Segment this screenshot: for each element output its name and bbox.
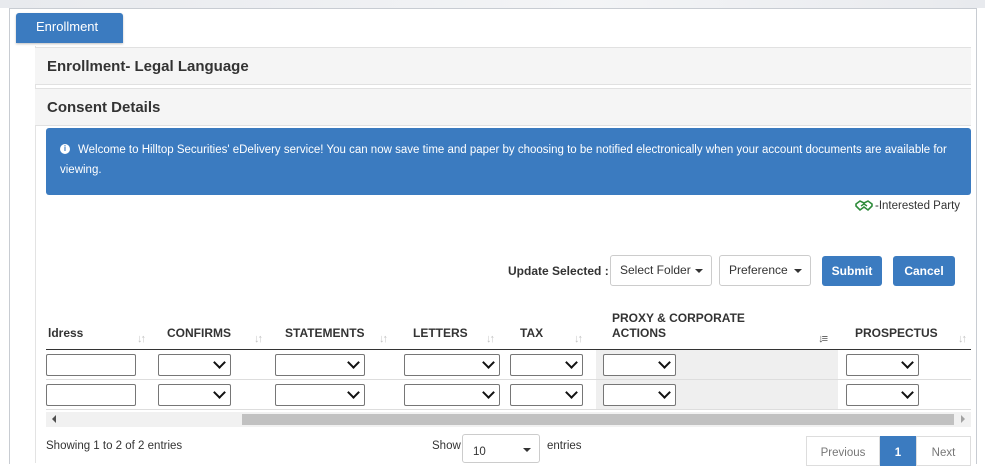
- sort-icon: ↓↑: [486, 333, 495, 345]
- statements-select[interactable]: [275, 354, 365, 376]
- statements-select[interactable]: [275, 384, 365, 406]
- column-label: ldress: [48, 326, 84, 340]
- chevron-down-icon: [347, 386, 360, 399]
- cancel-button[interactable]: Cancel: [893, 256, 955, 286]
- previous-page-button[interactable]: Previous: [806, 436, 880, 466]
- tax-select[interactable]: [510, 354, 583, 376]
- prospectus-select[interactable]: [846, 354, 919, 376]
- page-1-button[interactable]: 1: [880, 436, 916, 466]
- chevron-down-icon: [658, 386, 671, 399]
- confirms-select[interactable]: [158, 354, 231, 376]
- subsection-title: Consent Details: [35, 88, 971, 126]
- legend-label: -Interested Party: [875, 200, 961, 213]
- chevron-down-icon: [565, 356, 578, 369]
- column-header-tax[interactable]: TAX ↓↑: [520, 307, 585, 350]
- scroll-right-arrow-icon[interactable]: [961, 415, 965, 423]
- chevron-down-icon: [901, 386, 914, 399]
- select-folder-value: Select Folder: [620, 263, 691, 277]
- scrollbar-thumb[interactable]: [242, 414, 954, 425]
- column-header-address[interactable]: ldress ↓↑: [48, 307, 148, 350]
- column-label: LETTERS: [413, 326, 468, 340]
- window-top-bar: [0, 0, 985, 8]
- column-header-proxy[interactable]: PROXY & CORPORATE ACTIONS ↓≡: [612, 307, 830, 350]
- interested-party-legend: -Interested Party: [855, 200, 960, 212]
- column-label: PROSPECTUS: [855, 326, 938, 340]
- update-selected-label: Update Selected :: [508, 264, 609, 278]
- column-header-prospectus[interactable]: PROSPECTUS ↓↑: [855, 307, 969, 350]
- entries-label: entries: [547, 440, 582, 452]
- sort-icon: ↓↑: [958, 333, 967, 345]
- alert-message: Welcome to Hilltop Securities' eDelivery…: [60, 144, 947, 176]
- proxy-select[interactable]: [603, 354, 676, 376]
- letters-select[interactable]: [404, 384, 500, 406]
- column-label: PROXY & CORPORATE ACTIONS: [612, 311, 745, 340]
- welcome-alert: i Welcome to Hilltop Securities' eDeliver…: [46, 128, 971, 195]
- tax-select[interactable]: [510, 384, 583, 406]
- chevron-down-icon: [565, 386, 578, 399]
- handshake-icon: [855, 200, 873, 212]
- horizontal-scrollbar[interactable]: [46, 412, 971, 427]
- sort-icon: ↓↑: [574, 333, 583, 345]
- column-label: STATEMENTS: [285, 326, 365, 340]
- chevron-down-icon: [213, 356, 226, 369]
- sort-desc-icon: ↓≡: [818, 333, 828, 345]
- scroll-left-arrow-icon[interactable]: [52, 415, 56, 423]
- sort-icon: ↓↑: [379, 333, 388, 345]
- chevron-down-icon: [347, 356, 360, 369]
- address-input[interactable]: [46, 384, 136, 406]
- preference-dropdown[interactable]: Preference: [719, 255, 811, 286]
- table-info: Showing 1 to 2 of 2 entries: [46, 440, 183, 452]
- section-title: Enrollment- Legal Language: [35, 47, 971, 85]
- chevron-down-icon: [901, 356, 914, 369]
- preference-value: Preference: [729, 263, 788, 277]
- chevron-down-icon: [658, 356, 671, 369]
- proxy-select[interactable]: [603, 384, 676, 406]
- next-page-button[interactable]: Next: [916, 436, 971, 466]
- show-label: Show: [432, 440, 461, 452]
- select-folder-dropdown[interactable]: Select Folder: [610, 255, 712, 286]
- caret-down-icon: [695, 269, 703, 273]
- caret-down-icon: [523, 448, 531, 452]
- column-header-statements[interactable]: STATEMENTS ↓↑: [285, 307, 390, 350]
- column-header-letters[interactable]: LETTERS ↓↑: [413, 307, 497, 350]
- page-length-value: 10: [473, 446, 486, 458]
- sort-icon: ↓↑: [137, 333, 146, 345]
- info-icon: i: [60, 143, 70, 154]
- tab-enrollment[interactable]: Enrollment: [16, 13, 123, 43]
- column-label: CONFIRMS: [167, 326, 231, 340]
- column-label: TAX: [520, 326, 544, 340]
- submit-button[interactable]: Submit: [822, 256, 882, 286]
- chevron-down-icon: [482, 386, 495, 399]
- page-length-select[interactable]: 10: [462, 434, 540, 463]
- column-header-confirms[interactable]: CONFIRMS ↓↑: [167, 307, 265, 350]
- chevron-down-icon: [482, 356, 495, 369]
- chevron-down-icon: [213, 386, 226, 399]
- confirms-select[interactable]: [158, 384, 231, 406]
- address-input[interactable]: [46, 354, 136, 376]
- letters-select[interactable]: [404, 354, 500, 376]
- sort-icon: ↓↑: [254, 333, 263, 345]
- caret-down-icon: [794, 269, 802, 273]
- prospectus-select[interactable]: [846, 384, 919, 406]
